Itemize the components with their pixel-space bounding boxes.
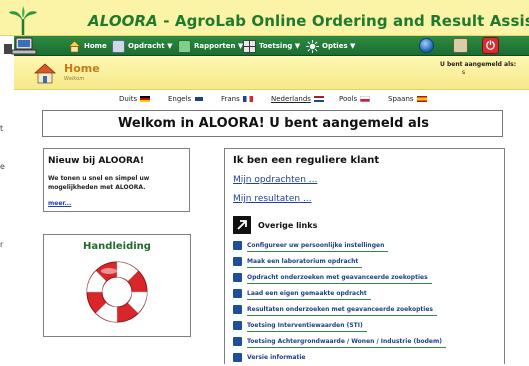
computer-icon [4, 37, 37, 55]
page-root: ALOORA - AgroLab Online Ordering and Res… [0, 0, 529, 366]
new-user-text: We tonen u snel en simpel uw mogelijkhed… [48, 175, 150, 191]
link-underline [247, 315, 437, 316]
link-arrow-icon [233, 336, 242, 346]
my-results-link[interactable]: Mijn resultaten ... [233, 194, 312, 204]
more-link[interactable]: meer... [48, 200, 71, 207]
report-icon [178, 39, 191, 53]
other-links-title: Overige links [258, 220, 318, 230]
page-subtitle: Welkom [64, 76, 85, 82]
lang-label: Frans [221, 95, 240, 103]
link-underline [247, 267, 363, 268]
lang-engels[interactable]: Engels [168, 95, 205, 103]
home-icon [68, 39, 81, 52]
lifebuoy-icon[interactable] [82, 257, 152, 327]
nav-rapporten[interactable]: Rapporten ▼ [178, 39, 243, 53]
left-edge-fragment: e [0, 162, 5, 171]
link-arrow-icon [233, 288, 242, 298]
page-title: Home [64, 62, 100, 75]
logged-in-label: U bent aangemeld als: [440, 61, 517, 68]
regular-client-title: Ik ben een reguliere klant [233, 155, 380, 166]
logged-in-value: s [462, 69, 466, 76]
link-arrow-icon [233, 240, 242, 250]
link-underline [247, 251, 389, 252]
other-link[interactable]: Opdracht onderzoeken met geavanceerde zo… [233, 270, 432, 284]
regular-client-panel: Ik ben een reguliere klant Mijn opdracht… [224, 148, 505, 364]
other-link[interactable]: Laad een eigen gemaakte opdracht [233, 286, 371, 300]
lang-frans[interactable]: Frans [221, 95, 253, 103]
other-link[interactable]: Toetsing Achtergrondwaarde / Wonen / Ind… [233, 334, 446, 348]
my-orders-link[interactable]: Mijn opdrachten ... [233, 175, 317, 185]
other-link-label: Configureer uw persoonlijke instellingen [247, 241, 385, 249]
lang-label: Engels [168, 95, 192, 103]
plant-logo-icon [9, 6, 37, 35]
other-link[interactable]: Versie informatie [233, 350, 305, 364]
nav-opties[interactable]: Opties ▼ [306, 39, 355, 53]
other-link-label: Toetsing Achtergrondwaarde / Wonen / Ind… [247, 337, 442, 345]
other-link[interactable]: Maak een laboratorium opdracht [233, 254, 363, 268]
link-arrow-icon [233, 256, 242, 266]
link-underline [247, 331, 367, 332]
new-user-title: Nieuw bij ALOORA! [48, 156, 145, 166]
flag-pl-icon [360, 96, 371, 102]
other-link-label: Versie informatie [247, 353, 306, 361]
welcome-banner: Welkom in ALOORA! U bent aangemeld als [42, 110, 503, 137]
nav-toetsing[interactable]: Toetsing ▼ [243, 39, 300, 53]
lang-spaans[interactable]: Spaans [388, 95, 427, 103]
nav-toetsing-label: Toetsing ▼ [259, 42, 301, 50]
grid-icon [243, 39, 256, 53]
tools-icon[interactable] [453, 38, 468, 53]
flag-es-icon [416, 96, 427, 102]
nav-opties-label: Opties ▼ [322, 42, 356, 50]
link-underline [247, 299, 371, 300]
order-icon [112, 39, 125, 53]
new-user-panel: Nieuw bij ALOORA! We tonen u snel en sim… [43, 148, 190, 212]
other-link-label: Maak een laboratorium opdracht [247, 257, 359, 265]
nav-opdracht-label: Opdracht ▼ [128, 42, 173, 50]
flag-fr-icon [242, 96, 253, 102]
left-edge-fragment: t [0, 124, 4, 133]
flag-de-icon [140, 96, 151, 102]
options-icon [306, 39, 319, 53]
house-icon [34, 63, 56, 84]
link-underline [247, 283, 432, 284]
other-links-header: Overige links [233, 216, 317, 234]
other-link-label: Opdracht onderzoeken met geavanceerde zo… [247, 273, 428, 281]
lang-duits[interactable]: Duits [119, 95, 151, 103]
nav-home[interactable]: Home [68, 39, 107, 53]
link-underline [247, 347, 446, 348]
other-link[interactable]: Resultaten onderzoeken met geavanceerde … [233, 302, 437, 316]
lang-label: Duits [119, 95, 138, 103]
flag-gb-icon [194, 96, 205, 102]
nav-home-label: Home [84, 42, 107, 50]
flag-nl-icon [313, 96, 324, 102]
link-arrow-icon [233, 304, 242, 314]
other-link-label: Resultaten onderzoeken met geavanceerde … [247, 305, 433, 313]
manual-title: Handleiding [83, 241, 151, 252]
app-title: ALOORA - AgroLab Online Ordering and Res… [88, 12, 529, 30]
nav-rapporten-label: Rapporten ▼ [194, 42, 244, 50]
other-link[interactable]: Configureer uw persoonlijke instellingen [233, 238, 389, 252]
arrow-link-icon [233, 216, 251, 234]
lang-pools[interactable]: Pools [339, 95, 371, 103]
link-arrow-icon [233, 320, 242, 330]
other-link-label: Laad een eigen gemaakte opdracht [247, 289, 367, 297]
left-edge-fragment: r [0, 240, 4, 249]
lang-label: Nederlands [271, 95, 311, 103]
lang-label: Spaans [388, 95, 414, 103]
lang-label: Pools [339, 95, 358, 103]
app-title-text: - AgroLab Online Ordering and Result Ass… [157, 12, 529, 30]
link-arrow-icon [233, 352, 242, 362]
globe-icon[interactable] [419, 38, 434, 53]
lang-nederlands[interactable]: Nederlands [271, 95, 324, 103]
link-arrow-icon [233, 272, 242, 282]
other-link-label: Toetsing Interventiewaarden (STI) [247, 321, 363, 329]
manual-panel[interactable]: Handleiding [43, 234, 191, 337]
power-icon[interactable]: ⏻ [482, 37, 499, 54]
app-brand: ALOORA [88, 12, 158, 30]
nav-opdracht[interactable]: Opdracht ▼ [112, 39, 172, 53]
other-link[interactable]: Toetsing Interventiewaarden (STI) [233, 318, 367, 332]
